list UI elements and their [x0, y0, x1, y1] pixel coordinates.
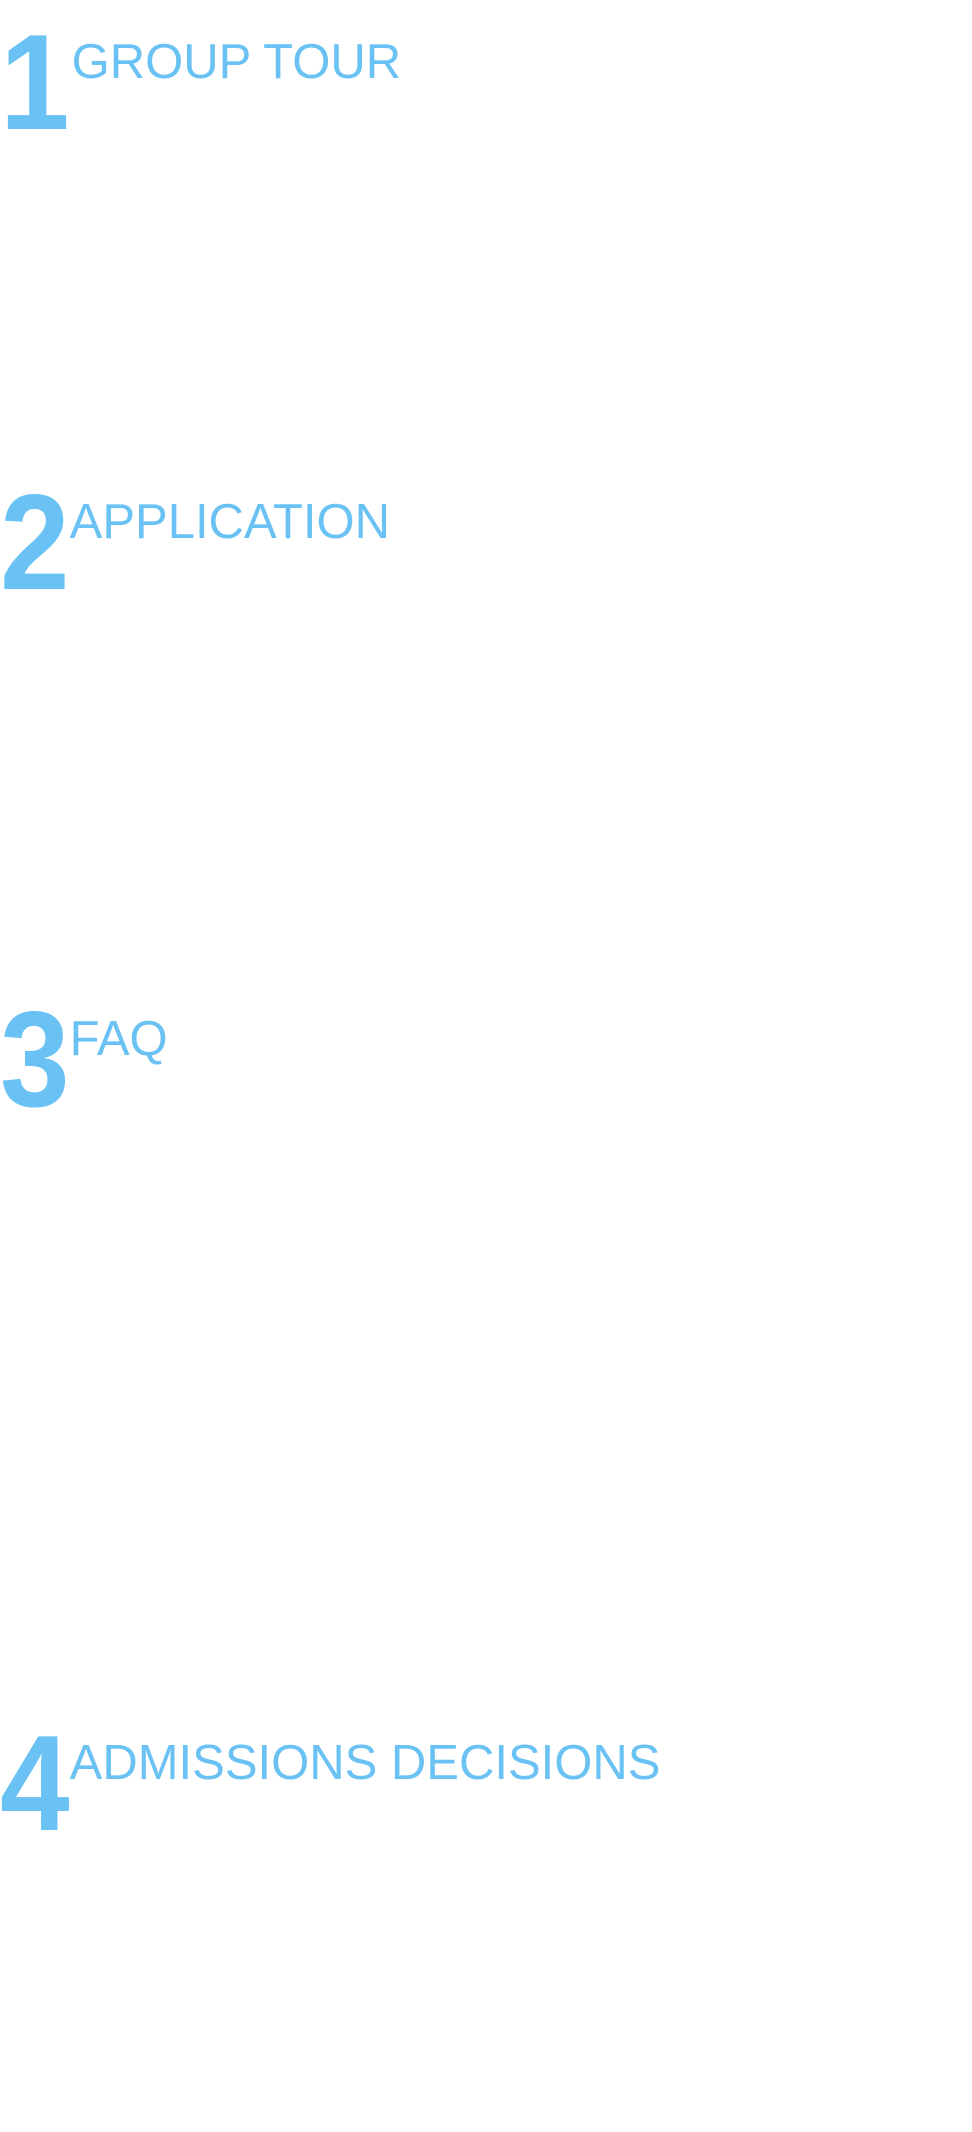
step-application[interactable]: 2 APPLICATION: [0, 466, 391, 618]
step-number: 3: [0, 983, 70, 1135]
step-number: 2: [0, 466, 70, 618]
step-title: APPLICATION: [69, 495, 391, 549]
step-faq[interactable]: 3 FAQ: [0, 983, 168, 1135]
step-title: FAQ: [69, 1012, 168, 1066]
step-number: 4: [0, 1707, 70, 1859]
step-number: 1: [0, 6, 70, 158]
step-group-tour[interactable]: 1 GROUP TOUR: [0, 6, 402, 158]
step-admissions-decisions[interactable]: 4 ADMISSIONS DECISIONS: [0, 1707, 661, 1859]
step-title: ADMISSIONS DECISIONS: [69, 1736, 661, 1790]
step-title: GROUP TOUR: [71, 35, 402, 89]
